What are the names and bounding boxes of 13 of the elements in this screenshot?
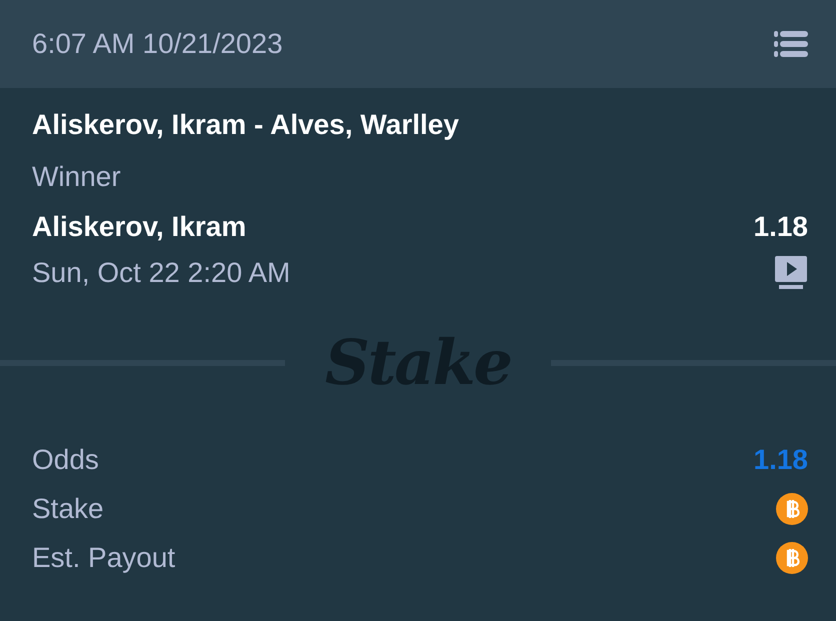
summary-label: Est. Payout: [32, 540, 176, 575]
date-time: 6:07 AM 10/21/2023: [32, 27, 283, 61]
market-label: Winner: [32, 160, 121, 194]
selection-name: Aliskerov, Ikram: [32, 210, 246, 244]
summary-label: Odds: [32, 442, 99, 476]
bitcoin-icon: [776, 492, 808, 524]
summary-label: Stake: [32, 492, 104, 526]
start-time: Sun, Oct 22 2:20 AM: [32, 256, 290, 290]
odds-value: 1.18: [754, 210, 808, 244]
menu-icon[interactable]: [774, 30, 808, 58]
event-title: Aliskerov, Ikram - Alves, Warlley: [32, 108, 459, 142]
odds-value: 1.18: [754, 442, 808, 476]
bitcoin-icon: [776, 542, 808, 574]
